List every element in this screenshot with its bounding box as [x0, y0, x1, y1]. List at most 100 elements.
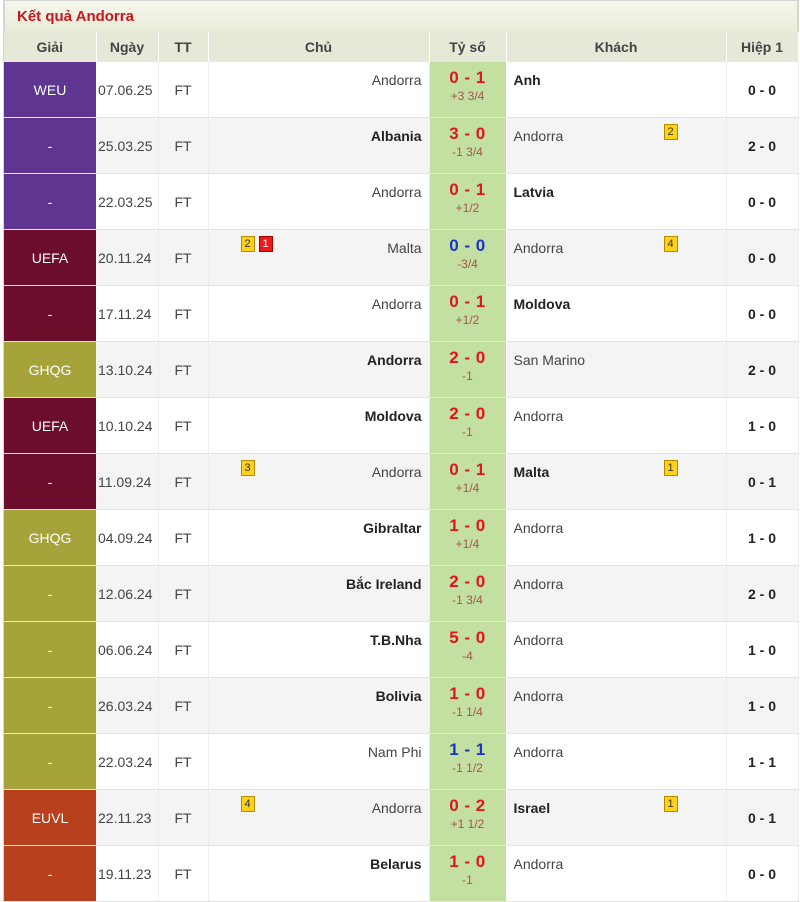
yellow-card-count: 2	[240, 236, 255, 252]
league-badge[interactable]: WEU	[4, 62, 96, 118]
score-cell[interactable]: 2 - 0 -1 3/4	[429, 565, 507, 622]
final-score[interactable]: 2 - 0	[430, 404, 506, 424]
home-team-name[interactable]: Andorra	[372, 72, 422, 88]
away-team-name[interactable]: Andorra	[514, 688, 564, 704]
final-score[interactable]: 0 - 2	[430, 796, 506, 816]
match-row[interactable]: UEFA 10.10.24 FT Moldova 2 - 0 -1 Andorra 1 - 0	[4, 397, 799, 454]
final-score[interactable]: 3 - 0	[430, 124, 506, 144]
match-row[interactable]: UEFA 20.11.24 FT 2 1 Malta 0 - 0 -3/4 Andorra 4 0 …	[4, 229, 799, 286]
score-cell[interactable]: 1 - 1 -1 1/2	[429, 733, 507, 790]
away-team-name[interactable]: Andorra	[514, 240, 564, 256]
final-score[interactable]: 1 - 1	[430, 740, 506, 760]
col-date-header[interactable]: Ngày	[96, 32, 159, 62]
home-team-name[interactable]: T.B.Nha	[370, 632, 421, 648]
match-row[interactable]: GHQG 04.09.24 FT Gibraltar 1 - 0 +1/4 Andorra 1…	[4, 509, 799, 566]
home-team-name[interactable]: Moldova	[365, 408, 422, 424]
match-row[interactable]: -11.09.24 FT 3 Andorra 0 - 1 +1/4 Malta 1 0 - 1	[4, 453, 799, 510]
match-row[interactable]: -25.03.25 FT Albania 3 - 0 -1 3/4 Andorra 2 2 -…	[4, 117, 799, 174]
away-team-name[interactable]: Latvia	[514, 184, 554, 200]
match-row[interactable]: -19.11.23 FT Belarus 1 - 0 -1 Andorra 0 - 0	[4, 845, 799, 902]
home-team-name[interactable]: Andorra	[372, 464, 422, 480]
final-score[interactable]: 0 - 1	[430, 460, 506, 480]
final-score[interactable]: 1 - 0	[430, 516, 506, 536]
match-row[interactable]: -17.11.24 FT Andorra 0 - 1 +1/2 Moldova 0 - 0	[4, 285, 799, 342]
away-team-name[interactable]: Andorra	[514, 576, 564, 592]
away-team-name[interactable]: Andorra	[514, 520, 564, 536]
final-score[interactable]: 1 - 0	[430, 684, 506, 704]
home-team-name[interactable]: Gibraltar	[363, 520, 421, 536]
final-score[interactable]: 2 - 0	[430, 572, 506, 592]
score-cell[interactable]: 5 - 0 -4	[429, 621, 507, 678]
league-badge[interactable]: -	[4, 733, 96, 790]
final-score[interactable]: 0 - 1	[430, 180, 506, 200]
home-team-name[interactable]: Bolivia	[376, 688, 422, 704]
away-team-name[interactable]: Andorra	[514, 408, 564, 424]
match-row[interactable]: EUVL 22.11.23 FT 4 Andorra 0 - 2 +1 1/2 Israel 1…	[4, 789, 799, 846]
away-team-name[interactable]: Anh	[514, 72, 541, 88]
score-cell[interactable]: 0 - 1 +1/4	[429, 453, 507, 510]
league-badge[interactable]: -	[4, 453, 96, 510]
score-cell[interactable]: 2 - 0 -1	[429, 341, 507, 398]
match-row[interactable]: -22.03.25 FT Andorra 0 - 1 +1/2 Latvia 0 - 0	[4, 173, 799, 230]
away-team-name[interactable]: Andorra	[514, 856, 564, 872]
score-cell[interactable]: 0 - 1 +1/2	[429, 285, 507, 342]
final-score[interactable]: 0 - 0	[430, 236, 506, 256]
final-score[interactable]: 0 - 1	[430, 292, 506, 312]
score-cell[interactable]: 1 - 0 -1	[429, 845, 507, 902]
col-half-header[interactable]: Hiệp 1	[726, 32, 799, 62]
match-row[interactable]: -26.03.24 FT Bolivia 1 - 0 -1 1/4 Andorra 1 - …	[4, 677, 799, 734]
match-row[interactable]: GHQG 13.10.24 FT Andorra 2 - 0 -1 San Marino 2 …	[4, 341, 799, 398]
col-status-header[interactable]: TT	[158, 32, 209, 62]
score-cell[interactable]: 1 - 0 -1 1/4	[429, 677, 507, 734]
league-badge[interactable]: GHQG	[4, 341, 96, 398]
final-score[interactable]: 1 - 0	[430, 852, 506, 872]
away-team-name[interactable]: Andorra	[514, 128, 564, 144]
away-team-name[interactable]: Malta	[514, 464, 550, 480]
away-team-name[interactable]: Andorra	[514, 632, 564, 648]
away-team-cell: Andorra	[506, 845, 727, 902]
match-row[interactable]: -06.06.24 FT T.B.Nha 5 - 0 -4 Andorra 1 - 0	[4, 621, 799, 678]
score-cell[interactable]: 3 - 0 -1 3/4	[429, 117, 507, 174]
score-cell[interactable]: 2 - 0 -1	[429, 397, 507, 454]
home-team-name[interactable]: Malta	[387, 240, 421, 256]
league-badge[interactable]: -	[4, 285, 96, 342]
league-badge[interactable]: UEFA	[4, 229, 96, 286]
score-cell[interactable]: 0 - 1 +1/2	[429, 173, 507, 230]
home-team-name[interactable]: Nam Phi	[368, 744, 422, 760]
league-badge[interactable]: -	[4, 845, 96, 902]
score-cell[interactable]: 0 - 1 +3 3/4	[429, 62, 507, 118]
final-score[interactable]: 0 - 1	[430, 68, 506, 88]
home-team-name[interactable]: Belarus	[370, 856, 421, 872]
league-badge[interactable]: -	[4, 173, 96, 230]
league-badge[interactable]: -	[4, 621, 96, 678]
home-team-name[interactable]: Bắc Ireland	[346, 576, 421, 592]
league-badge[interactable]: EUVL	[4, 789, 96, 846]
away-team-name[interactable]: Moldova	[514, 296, 571, 312]
final-score[interactable]: 5 - 0	[430, 628, 506, 648]
match-row[interactable]: WEU 07.06.25 FT Andorra 0 - 1 +3 3/4 Anh 0 - 0	[4, 62, 799, 118]
league-badge[interactable]: GHQG	[4, 509, 96, 566]
away-team-name[interactable]: Andorra	[514, 744, 564, 760]
league-badge[interactable]: UEFA	[4, 397, 96, 454]
match-row[interactable]: -12.06.24 FT Bắc Ireland 2 - 0 -1 3/4 Andorra…	[4, 565, 799, 622]
col-score-header[interactable]: Tỷ số	[429, 32, 507, 62]
col-away-header[interactable]: Khách	[506, 32, 727, 62]
league-badge[interactable]: -	[4, 117, 96, 174]
home-team-name[interactable]: Andorra	[367, 352, 421, 368]
away-team-name[interactable]: Israel	[514, 800, 551, 816]
col-league-header[interactable]: Giải	[4, 32, 97, 62]
away-team-cell: Anh	[506, 62, 727, 118]
col-home-header[interactable]: Chủ	[208, 32, 430, 62]
final-score[interactable]: 2 - 0	[430, 348, 506, 368]
score-cell[interactable]: 0 - 0 -3/4	[429, 229, 507, 286]
league-badge[interactable]: -	[4, 565, 96, 622]
match-row[interactable]: -22.03.24 FT Nam Phi 1 - 1 -1 1/2 Andorra 1 - …	[4, 733, 799, 790]
league-badge[interactable]: -	[4, 677, 96, 734]
score-cell[interactable]: 1 - 0 +1/4	[429, 509, 507, 566]
home-team-name[interactable]: Andorra	[372, 800, 422, 816]
home-team-name[interactable]: Andorra	[372, 184, 422, 200]
home-team-name[interactable]: Albania	[371, 128, 422, 144]
home-team-name[interactable]: Andorra	[372, 296, 422, 312]
away-team-name[interactable]: San Marino	[514, 352, 586, 368]
score-cell[interactable]: 0 - 2 +1 1/2	[429, 789, 507, 846]
